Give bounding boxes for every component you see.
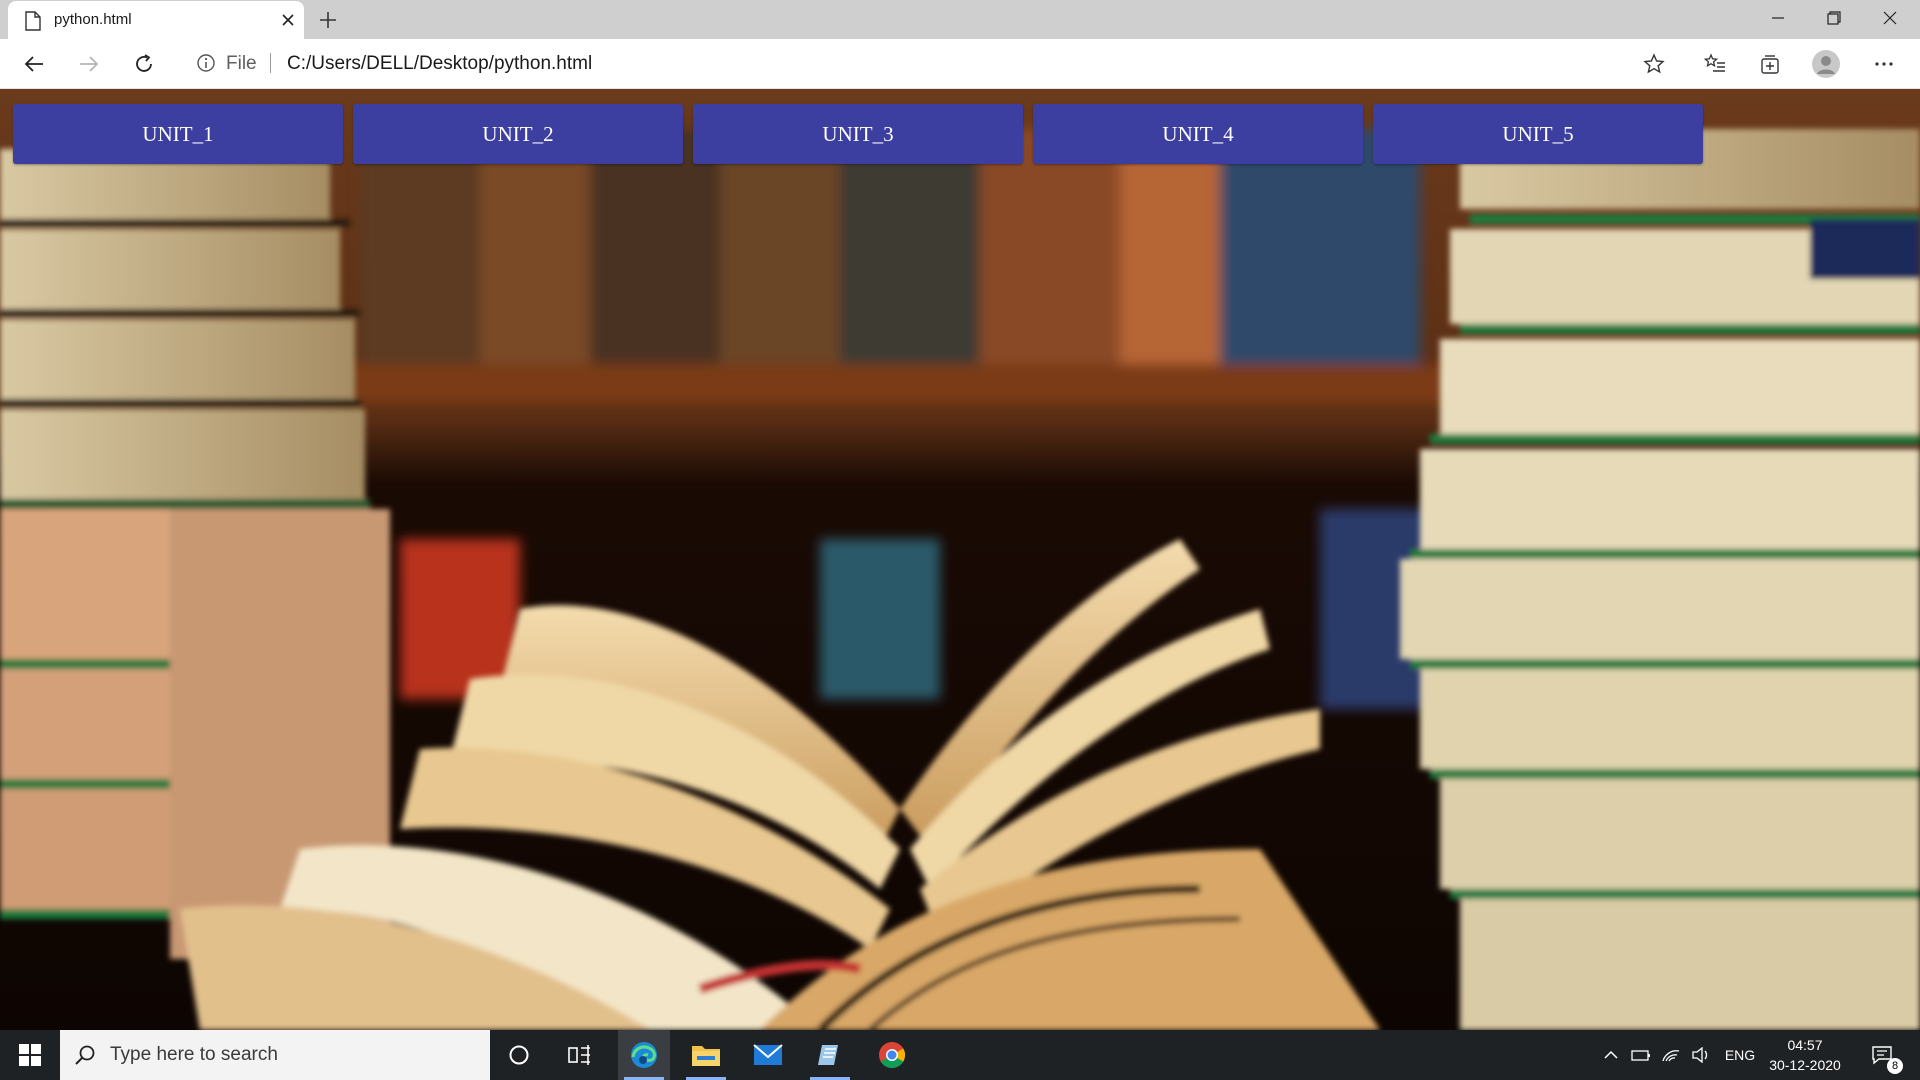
volume-icon[interactable] — [1688, 1030, 1714, 1080]
language-indicator[interactable]: ENG — [1720, 1030, 1760, 1080]
close-tab-icon[interactable] — [278, 10, 298, 30]
address-bar[interactable]: File C:/Users/DELL/Desktop/python.html — [180, 44, 1682, 82]
notification-count-badge: 8 — [1887, 1058, 1903, 1074]
restore-icon[interactable] — [1806, 0, 1862, 36]
chevron-up-icon[interactable] — [1598, 1030, 1624, 1080]
favorites-icon[interactable] — [1699, 48, 1731, 80]
address-scheme: File — [226, 53, 257, 74]
search-placeholder: Type here to search — [110, 1044, 278, 1065]
clock[interactable]: 04:57 30-12-2020 — [1764, 1035, 1846, 1075]
info-icon[interactable] — [196, 53, 216, 73]
chrome-icon[interactable] — [866, 1030, 918, 1080]
cortana-icon[interactable] — [494, 1030, 544, 1080]
battery-icon[interactable] — [1628, 1030, 1654, 1080]
edge-browser-icon[interactable] — [618, 1030, 670, 1080]
unit-5-button[interactable]: UNIT_5 — [1373, 104, 1703, 164]
mail-icon[interactable] — [742, 1030, 794, 1080]
wifi-icon[interactable] — [1658, 1030, 1684, 1080]
notepad-app-icon[interactable] — [804, 1030, 856, 1080]
browser-toolbar: File C:/Users/DELL/Desktop/python.html — [0, 39, 1920, 89]
favorite-star-icon[interactable] — [1642, 52, 1666, 76]
page-viewport: UNIT_1 UNIT_2 UNIT_3 UNIT_4 UNIT_5 — [0, 89, 1920, 1030]
refresh-icon[interactable] — [128, 48, 160, 80]
windows-start-icon[interactable] — [0, 1030, 60, 1080]
minimize-icon[interactable] — [1750, 0, 1806, 36]
collections-icon[interactable] — [1754, 48, 1786, 80]
page-icon — [25, 11, 41, 31]
profile-avatar-icon[interactable] — [1810, 48, 1842, 80]
forward-arrow-icon[interactable] — [73, 48, 105, 80]
task-view-icon[interactable] — [555, 1030, 605, 1080]
tab-title: python.html — [54, 11, 132, 28]
address-url[interactable]: C:/Users/DELL/Desktop/python.html — [287, 53, 592, 75]
new-tab-icon[interactable] — [316, 8, 340, 32]
unit-2-button[interactable]: UNIT_2 — [353, 104, 683, 164]
file-explorer-icon[interactable] — [680, 1030, 732, 1080]
unit-4-button[interactable]: UNIT_4 — [1033, 104, 1363, 164]
back-arrow-icon[interactable] — [18, 48, 50, 80]
windows-taskbar: Type here to search ENG 04:57 30-12-2020… — [0, 1030, 1920, 1080]
tab-strip: python.html — [0, 0, 1920, 39]
address-separator — [270, 53, 271, 73]
more-options-icon[interactable] — [1868, 48, 1900, 80]
browser-tab[interactable]: python.html — [8, 1, 304, 39]
clock-date: 30-12-2020 — [1769, 1057, 1841, 1073]
clock-time: 04:57 — [1787, 1037, 1823, 1053]
search-icon — [75, 1045, 95, 1065]
close-window-icon[interactable] — [1862, 0, 1918, 36]
unit-3-button[interactable]: UNIT_3 — [693, 104, 1023, 164]
books-background-image — [0, 89, 1920, 1030]
unit-navigation: UNIT_1 UNIT_2 UNIT_3 UNIT_4 UNIT_5 — [13, 104, 1703, 164]
taskbar-search-box[interactable]: Type here to search — [60, 1030, 490, 1080]
unit-1-button[interactable]: UNIT_1 — [13, 104, 343, 164]
